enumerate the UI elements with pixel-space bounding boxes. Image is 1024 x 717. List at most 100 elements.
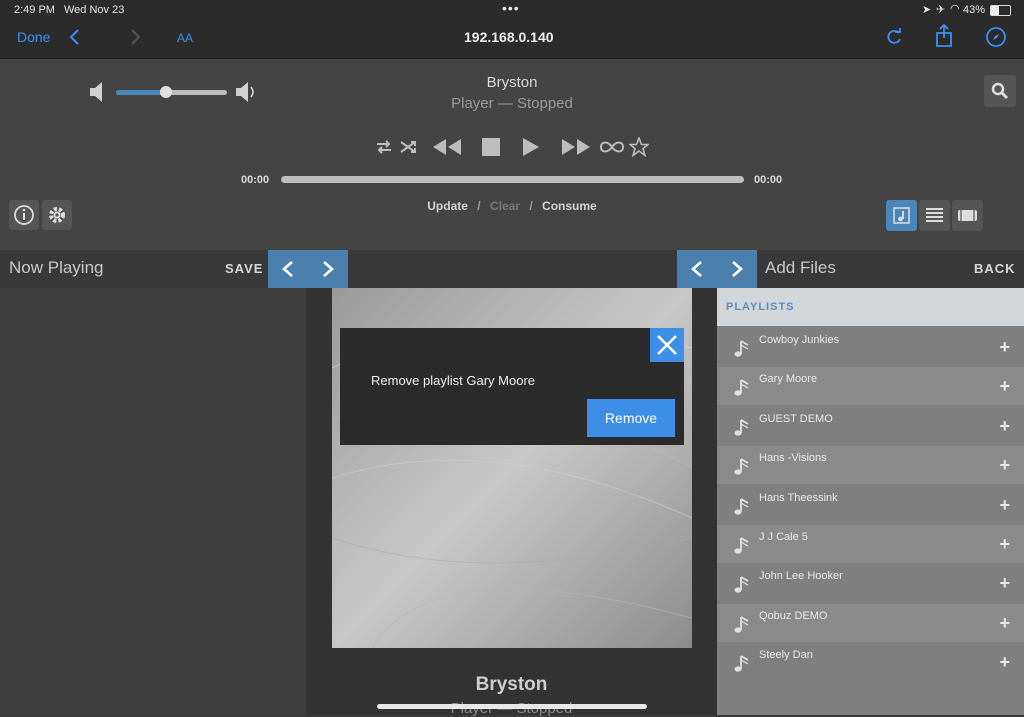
consume-link[interactable]: Consume [542, 199, 597, 213]
view-music-button[interactable] [886, 200, 917, 231]
done-button[interactable]: Done [17, 29, 50, 45]
remove-playlist-dialog: Remove playlist Gary Moore Remove [340, 328, 684, 445]
add-playlist-icon[interactable]: + [999, 652, 1010, 673]
star-icon[interactable] [629, 137, 649, 157]
status-date: Wed Nov 23 [64, 4, 125, 16]
status-bar: 2:49 PM Wed Nov 23 ••• ➤ ✈ ◠ 43% [0, 0, 1024, 20]
panel-header: Now Playing SAVE Add Files BACK [0, 250, 1024, 288]
add-playlist-icon[interactable]: + [999, 337, 1010, 358]
now-playing-title: Now Playing [9, 258, 104, 277]
music-note-icon [734, 340, 749, 357]
now-playing-next-button[interactable] [308, 250, 348, 288]
playlist-item[interactable]: Gary Moore + [717, 367, 1024, 406]
music-note-icon [734, 616, 749, 633]
playlist-name: J J Cale 5 [759, 531, 808, 543]
back-icon[interactable] [68, 28, 80, 46]
chevron-right-icon [323, 261, 334, 277]
add-files-next-button[interactable] [717, 250, 757, 288]
playlist-name: Cowboy Junkies [759, 334, 840, 346]
music-note-icon [734, 497, 749, 515]
music-note-icon [734, 379, 749, 396]
music-note-icon [893, 207, 910, 224]
dialog-message: Remove playlist Gary Moore [371, 373, 535, 388]
music-note-icon [734, 537, 749, 554]
now-playing-prev-button[interactable] [268, 250, 308, 288]
center-title: Bryston [475, 674, 548, 695]
compass-icon[interactable] [985, 26, 1007, 48]
add-playlist-icon[interactable]: + [999, 613, 1010, 634]
add-files-prev-button[interactable] [677, 250, 717, 288]
url-field[interactable]: 192.168.0.140 [464, 29, 554, 45]
playlist-name: Hans Theessink [759, 491, 838, 504]
battery-icon [990, 5, 1011, 16]
shuffle-icon[interactable] [399, 139, 419, 155]
player-panel: Bryston Player — Stopped 00:00 00:00 Upd… [0, 59, 1024, 250]
playlist-name: Qobuz DEMO [759, 609, 828, 622]
dialog-close-button[interactable] [650, 328, 684, 362]
playlist-item[interactable]: Steely Dan + [717, 643, 1024, 681]
update-link[interactable]: Update [427, 199, 468, 213]
playlist-name: Steely Dan [759, 649, 813, 662]
playlists-section-label: PLAYLISTS [726, 301, 795, 313]
share-icon[interactable] [934, 24, 954, 48]
search-icon [991, 82, 1009, 100]
battery-percent: 43% [963, 4, 986, 16]
playlists-section-header: PLAYLISTS [717, 288, 1024, 326]
stop-icon[interactable] [482, 138, 500, 156]
volume-up-icon[interactable] [234, 81, 258, 103]
home-indicator[interactable] [377, 704, 647, 709]
add-playlist-icon[interactable]: + [999, 495, 1010, 516]
playlist-item[interactable]: Hans -Visions + [717, 446, 1024, 485]
add-playlist-icon[interactable]: + [999, 573, 1010, 594]
forward-icon[interactable] [130, 28, 142, 46]
playlist-item[interactable]: J J Cale 5 + [717, 525, 1024, 563]
now-playing-list [0, 288, 306, 715]
remove-button[interactable]: Remove [587, 399, 675, 437]
search-button[interactable] [984, 75, 1016, 107]
view-list-button[interactable] [919, 200, 950, 231]
queue-actions: Update / Clear / Consume [427, 199, 597, 213]
playlist-name: GUEST DEMO [759, 412, 833, 425]
wifi-icon: ◠ [950, 3, 960, 15]
add-playlist-icon[interactable]: + [999, 455, 1010, 476]
info-button[interactable] [9, 200, 39, 230]
panel-icon [958, 210, 977, 221]
music-note-icon [734, 458, 749, 475]
volume-slider[interactable] [116, 86, 227, 98]
playlist-item[interactable]: Qobuz DEMO + [717, 603, 1024, 642]
playlist-item[interactable]: John Lee Hooker + [717, 564, 1024, 602]
add-playlist-icon[interactable]: + [999, 534, 1010, 555]
music-note-icon [734, 655, 749, 672]
music-note-icon [734, 419, 749, 436]
info-icon [14, 205, 34, 225]
playlist-name: Gary Moore [759, 373, 818, 386]
player-title: Bryston [486, 74, 538, 91]
elapsed-time: 00:00 [241, 174, 270, 186]
playlist-name: John Lee Hooker [759, 570, 843, 583]
multitask-dots-icon[interactable]: ••• [502, 0, 520, 16]
playlist-item[interactable]: Hans Theessink + [717, 486, 1024, 524]
add-playlist-icon[interactable]: + [999, 416, 1010, 437]
repeat-icon[interactable] [374, 139, 394, 155]
gear-icon [49, 207, 65, 223]
text-size-button[interactable]: AA [177, 31, 193, 45]
add-files-title: Add Files [765, 258, 836, 277]
settings-button[interactable] [42, 200, 72, 230]
playlist-item[interactable]: GUEST DEMO + [717, 407, 1024, 445]
music-note-icon [734, 576, 749, 593]
add-files-panel: PLAYLISTS Cowboy Junkies + Gary Moore + GUES… [717, 288, 1024, 715]
reload-icon[interactable] [885, 28, 903, 46]
back-button[interactable]: BACK [974, 261, 1016, 276]
fast-forward-icon[interactable] [561, 138, 591, 156]
clear-link[interactable]: Clear [490, 199, 520, 213]
volume-mute-icon[interactable] [88, 81, 106, 103]
playlist-item[interactable]: Cowboy Junkies + [717, 328, 1024, 366]
add-playlist-icon[interactable]: + [999, 376, 1010, 397]
infinity-icon[interactable] [598, 139, 626, 155]
total-time: 00:00 [754, 174, 783, 186]
play-icon[interactable] [522, 137, 540, 157]
save-button[interactable]: SAVE [225, 261, 263, 276]
rewind-icon[interactable] [432, 138, 462, 156]
view-wide-button[interactable] [952, 200, 983, 231]
progress-bar[interactable] [281, 176, 744, 183]
